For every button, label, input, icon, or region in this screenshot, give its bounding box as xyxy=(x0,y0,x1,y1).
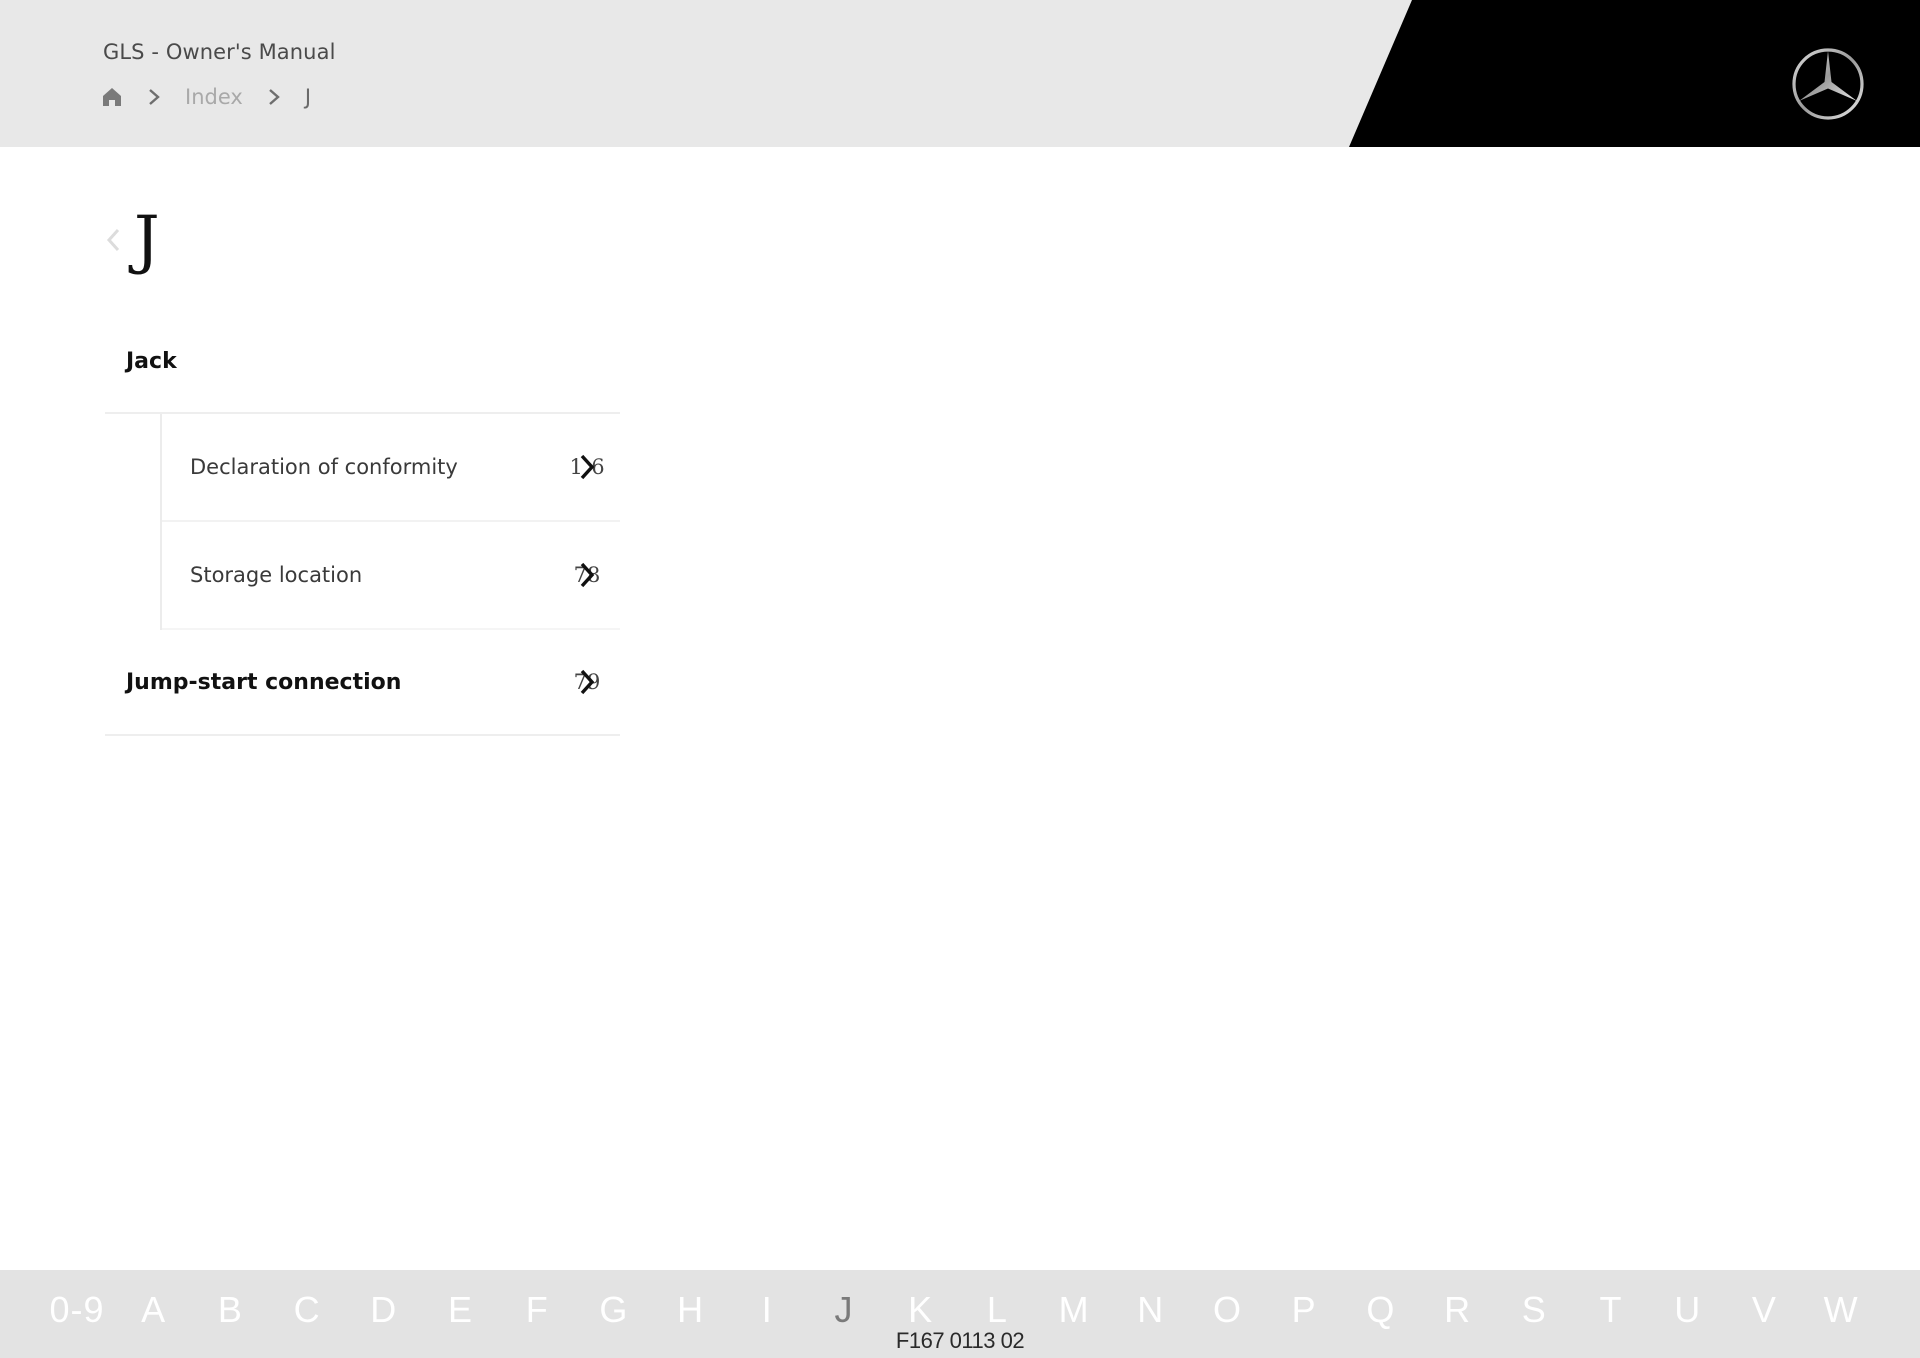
alphabet-letter-k[interactable]: K xyxy=(908,1288,933,1332)
alphabet-letter-v[interactable]: V xyxy=(1752,1288,1777,1332)
page-reference[interactable]: 79 xyxy=(564,664,610,700)
alphabet-letter-i[interactable]: I xyxy=(762,1288,773,1332)
list-item[interactable]: Declaration of conformity 1 6 xyxy=(162,414,620,522)
index-list: Jack Declaration of conformity 1 6 Stora… xyxy=(105,310,620,736)
breadcrumb: Index J xyxy=(101,82,311,112)
chevron-right-icon xyxy=(147,88,161,106)
alphabet-letter-j[interactable]: J xyxy=(835,1288,854,1332)
entry-group-title: Jack xyxy=(105,310,620,414)
entry-label: Declaration of conformity xyxy=(190,455,458,479)
alphabet-letter-p[interactable]: P xyxy=(1292,1288,1317,1332)
alphabet-letter-c[interactable]: C xyxy=(294,1288,321,1332)
current-letter: J xyxy=(134,203,160,277)
chevron-right-icon xyxy=(580,562,595,588)
list-item[interactable]: Jump-start connection 79 xyxy=(105,630,620,736)
chevron-right-icon xyxy=(267,88,281,106)
sub-entry-list: Declaration of conformity 1 6 Storage lo… xyxy=(160,414,620,630)
alphabet-letter-n[interactable]: N xyxy=(1137,1288,1164,1332)
mercedes-star-logo[interactable] xyxy=(1790,46,1866,122)
alphabet-letter-0-9[interactable]: 0-9 xyxy=(49,1288,104,1332)
chevron-right-icon xyxy=(580,669,595,695)
page-reference[interactable]: 78 xyxy=(564,557,610,593)
app-title: GLS - Owner's Manual xyxy=(103,40,336,64)
alphabet-letter-u[interactable]: U xyxy=(1674,1288,1701,1332)
alphabet-letter-a[interactable]: A xyxy=(141,1288,166,1332)
alphabet-letter-q[interactable]: Q xyxy=(1366,1288,1395,1332)
alphabet-letter-m[interactable]: M xyxy=(1059,1288,1090,1332)
chevron-left-icon[interactable] xyxy=(104,222,122,258)
alphabet-letter-r[interactable]: R xyxy=(1444,1288,1471,1332)
chevron-right-icon xyxy=(580,454,595,480)
alphabet-letter-g[interactable]: G xyxy=(599,1288,628,1332)
alphabet-letter-e[interactable]: E xyxy=(448,1288,473,1332)
figure-caption: F167 0113 02 xyxy=(895,1328,1025,1353)
alphabet-letter-t[interactable]: T xyxy=(1600,1288,1623,1332)
alphabet-letter-l[interactable]: L xyxy=(987,1288,1008,1332)
alphabet-letter-w[interactable]: W xyxy=(1824,1288,1859,1332)
alphabet-letter-f[interactable]: F xyxy=(526,1288,549,1332)
alphabet-letter-b[interactable]: B xyxy=(218,1288,243,1332)
breadcrumb-current: J xyxy=(304,85,312,109)
alphabet-letters: 0-9 A B C D E F G H I J K L M N O P Q R S T U V W xyxy=(0,1288,1920,1332)
alphabet-letter-o[interactable]: O xyxy=(1213,1288,1242,1332)
home-icon[interactable] xyxy=(101,86,123,108)
alphabet-letter-s[interactable]: S xyxy=(1522,1288,1547,1332)
page-reference[interactable]: 1 6 xyxy=(564,449,610,485)
alphabet-letter-d[interactable]: D xyxy=(370,1288,397,1332)
entry-label: Jump-start connection xyxy=(126,669,402,695)
alphabet-letter-h[interactable]: H xyxy=(677,1288,704,1332)
list-item[interactable]: Storage location 78 xyxy=(162,522,620,630)
entry-label: Storage location xyxy=(190,563,363,587)
breadcrumb-index-link[interactable]: Index xyxy=(185,85,243,109)
letter-heading: J xyxy=(104,200,160,280)
